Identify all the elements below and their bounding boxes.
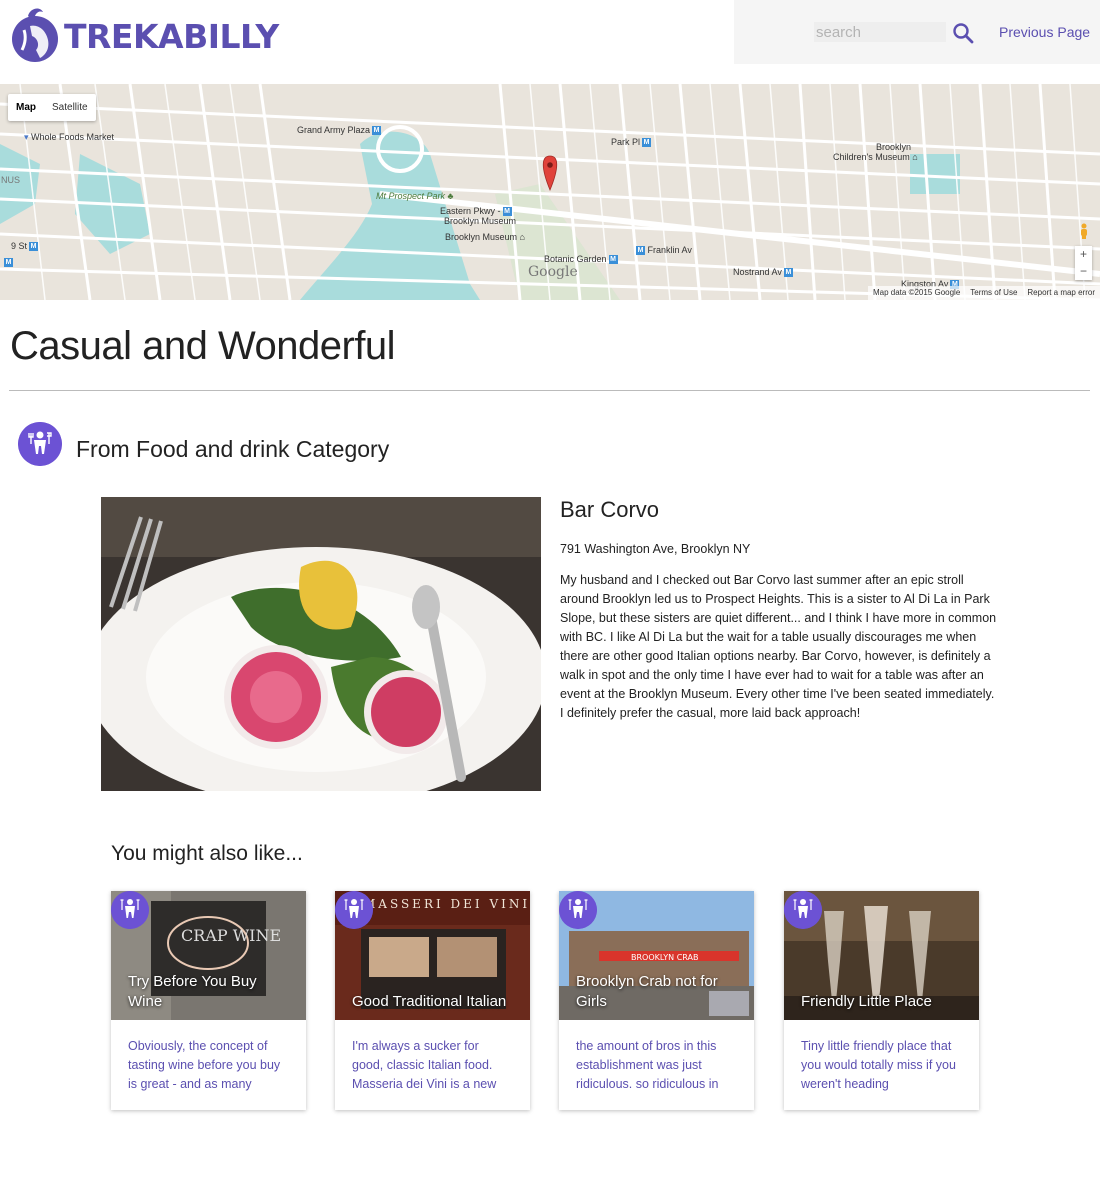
subway-icon: M (608, 255, 618, 265)
subway-icon: M (502, 207, 512, 217)
map-label-park-pl: Park Pl M (611, 137, 652, 148)
map-type-control: Map Satellite (8, 94, 96, 121)
card-excerpt: the amount of bros in this establishment… (576, 1039, 719, 1091)
card-image: Friendly Little Place (784, 891, 979, 1020)
related-card[interactable]: BROOKLYN CRAB Brooklyn Crab not for Girl… (559, 891, 754, 1110)
terms-of-use-link[interactable]: Terms of Use (965, 286, 1022, 300)
previous-page-link[interactable]: Previous Page (999, 24, 1090, 40)
card-excerpt: I'm always a sucker for good, classic It… (352, 1039, 497, 1091)
pegman-icon[interactable] (1078, 223, 1090, 239)
site-logo[interactable]: TREKABILLY (10, 6, 279, 64)
waiter-icon (335, 891, 373, 929)
card-title: Try Before You Buy Wine (128, 973, 257, 1010)
map-label-nostrand-av: Nostrand Av M (733, 267, 793, 278)
venue-address: 791 Washington Ave, Brooklyn NY (560, 542, 751, 556)
map-label-childrens-museum-2: Children's Museum ⌂ (833, 152, 918, 162)
card-title: Good Traditional Italian (352, 993, 507, 1010)
map-label-mt-prospect: Mt Prospect Park ♣ (376, 191, 454, 201)
subway-icon: M (783, 268, 793, 278)
venue-photo (101, 497, 541, 791)
search-icon[interactable] (952, 22, 974, 44)
google-watermark: Google (528, 264, 578, 280)
museum-icon: ⌂ (519, 232, 525, 242)
subway-icon: M (4, 258, 13, 268)
subway-icon: M (636, 246, 645, 256)
waiter-icon (111, 891, 149, 929)
page-title: Casual and Wonderful (10, 324, 396, 368)
venue-name: Bar Corvo (560, 497, 660, 522)
site-header: TREKABILLY Previous Page (0, 0, 1100, 84)
map-label-franklin-av: M Franklin Av (636, 245, 692, 256)
card-image: CRAP WINE Try Before You Buy Wine (111, 891, 306, 1020)
card-title: Brooklyn Crab not for Girls (576, 973, 718, 1010)
svg-text:CRAP WINE: CRAP WINE (181, 926, 281, 945)
map-label-childrens-museum: Brooklyn (876, 142, 912, 152)
map-label-nus: NUS (1, 175, 21, 185)
shopping-cart-icon: ▾ (24, 132, 32, 142)
map-label-eastern-pkwy-2: Brooklyn Museum (444, 216, 517, 226)
svg-text:BROOKLYN CRAB: BROOKLYN CRAB (631, 953, 698, 962)
subway-icon: M (29, 242, 39, 252)
card-excerpt: Obviously, the concept of tasting wine b… (128, 1039, 281, 1091)
map-footer: Map data ©2015 Google Terms of Use Repor… (867, 286, 1100, 300)
food-plate-image (101, 497, 541, 791)
card-image: MASSERI DEI VINI Good Traditional Italia… (335, 891, 530, 1020)
report-map-error-link[interactable]: Report a map error (1022, 286, 1100, 300)
tree-icon: ♣ (447, 191, 454, 201)
search-input[interactable] (814, 22, 946, 42)
location-map[interactable]: Map Satellite ▾ Whole Foods Market Grand… (0, 84, 1100, 300)
goat-logo-icon (12, 8, 58, 62)
map-label-grand-army: Grand Army Plaza M (297, 125, 382, 136)
map-label-botanic-garden: Botanic Garden M (544, 254, 618, 265)
subway-icon: M (372, 126, 382, 136)
title-divider (9, 390, 1090, 391)
also-like-heading: You might also like... (111, 842, 303, 865)
svg-text:MASSERI DEI VINI: MASSERI DEI VINI (363, 897, 530, 911)
related-card[interactable]: CRAP WINE Try Before You Buy Wine Obviou… (111, 891, 306, 1110)
zoom-control: + − (1075, 246, 1092, 280)
map-type-satellite[interactable]: Satellite (44, 94, 96, 121)
waiter-icon[interactable] (18, 422, 62, 466)
card-title: Friendly Little Place (801, 993, 932, 1010)
waiter-icon (784, 891, 822, 929)
map-label-subway-edge: M (2, 257, 13, 268)
category-label: From Food and drink Category (76, 436, 390, 462)
card-image: BROOKLYN CRAB Brooklyn Crab not for Girl… (559, 891, 754, 1020)
related-card[interactable]: Friendly Little Place Tiny little friend… (784, 891, 979, 1110)
zoom-out-button[interactable]: − (1075, 263, 1092, 280)
zoom-in-button[interactable]: + (1075, 246, 1092, 263)
logo-wordmark: TREKABILLY (64, 16, 279, 56)
map-type-map[interactable]: Map (8, 94, 44, 121)
waiter-icon (559, 891, 597, 929)
venue-description: My husband and I checked out Bar Corvo l… (560, 573, 997, 720)
related-card[interactable]: MASSERI DEI VINI Good Traditional Italia… (335, 891, 530, 1110)
subway-icon: M (642, 138, 652, 148)
museum-icon: ⌂ (912, 152, 918, 162)
map-label-9-st: 9 St M (11, 241, 39, 252)
card-excerpt: Tiny little friendly place that you woul… (801, 1039, 956, 1091)
map-label-brooklyn-museum: Brooklyn Museum ⌂ (445, 232, 525, 242)
search-bar: Previous Page (734, 0, 1100, 64)
map-label-whole-foods: ▾ Whole Foods Market (24, 132, 115, 142)
map-label-eastern-pkwy: Eastern Pkwy -M (440, 206, 512, 217)
map-data-attribution: Map data ©2015 Google (872, 288, 961, 297)
